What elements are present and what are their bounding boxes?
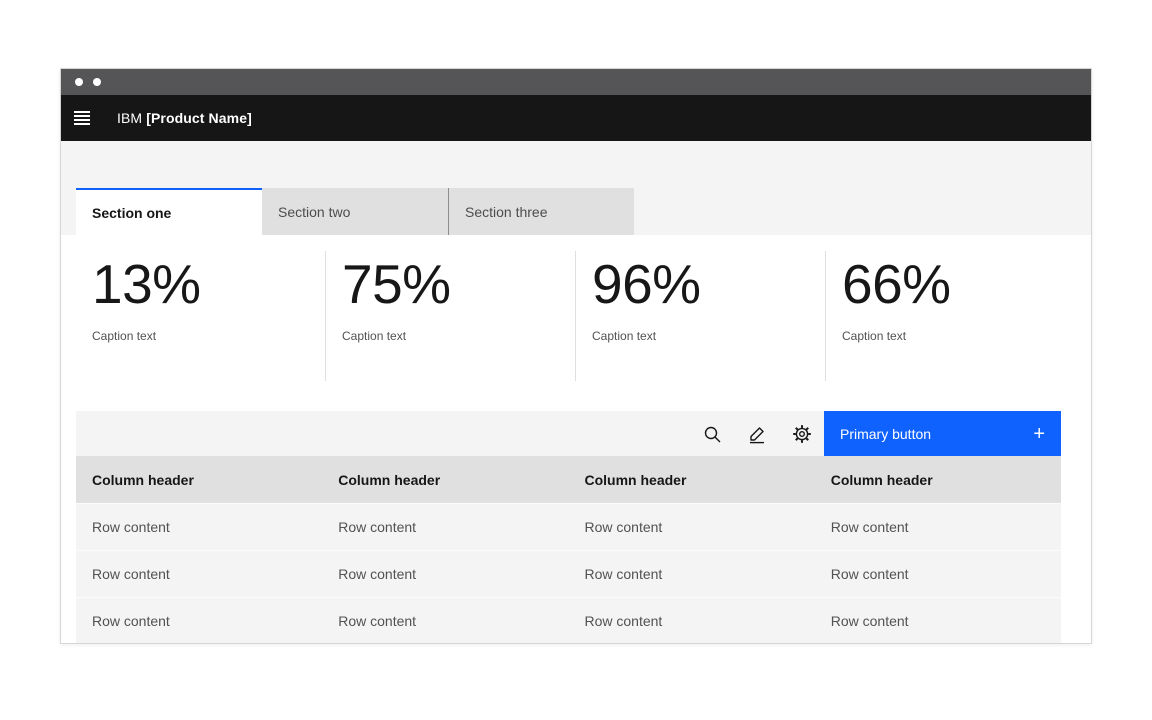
table-cell: Row content [569, 519, 815, 535]
stat-caption: Caption text [92, 329, 309, 343]
stat-card: 66% Caption text [825, 251, 1075, 381]
tab-section-three[interactable]: Section three [448, 188, 634, 235]
table-row: Row content Row content Row content Row … [76, 550, 1061, 597]
page: IBM [Product Name] Section one Section t… [0, 0, 1152, 720]
stat-value: 13% [92, 255, 309, 313]
column-header: Column header [76, 472, 322, 488]
tab-label: Section one [92, 205, 171, 221]
data-table: Primary button + Column header Column he… [76, 411, 1061, 643]
table-row: Row content Row content Row content Row … [76, 503, 1061, 550]
search-button[interactable] [689, 411, 734, 456]
stat-caption: Caption text [842, 329, 1059, 343]
toolbar-spacer [76, 411, 689, 456]
tab-label: Section two [278, 204, 350, 220]
stat-card: 13% Caption text [76, 251, 325, 381]
table-cell: Row content [76, 519, 322, 535]
table-cell: Row content [322, 613, 568, 629]
menu-button[interactable] [61, 95, 103, 141]
add-icon: + [1033, 424, 1045, 444]
table-cell: Row content [76, 566, 322, 582]
tab-section-one[interactable]: Section one [76, 188, 262, 235]
primary-button[interactable]: Primary button + [824, 411, 1061, 456]
table-cell: Row content [569, 613, 815, 629]
column-header: Column header [569, 472, 815, 488]
stat-value: 96% [592, 255, 809, 313]
window-titlebar [61, 69, 1091, 95]
table-toolbar: Primary button + [76, 411, 1061, 456]
stat-value: 75% [342, 255, 559, 313]
primary-button-label: Primary button [840, 426, 1033, 442]
table-row: Row content Row content Row content Row … [76, 597, 1061, 643]
page-content: Section one Section two Section three 13… [61, 141, 1091, 643]
search-icon [702, 424, 722, 444]
settings-icon [792, 424, 812, 444]
app-header: IBM [Product Name] [61, 95, 1091, 141]
column-header: Column header [815, 472, 1061, 488]
table-header-row: Column header Column header Column heade… [76, 456, 1061, 503]
brand-text: IBM [117, 110, 142, 126]
browser-window: IBM [Product Name] Section one Section t… [60, 68, 1092, 644]
stats-row: 13% Caption text 75% Caption text 96% Ca… [76, 251, 1075, 381]
table-cell: Row content [322, 566, 568, 582]
window-dot-icon [93, 78, 101, 86]
product-name-text: [Product Name] [146, 110, 252, 126]
table-cell: Row content [569, 566, 815, 582]
table-cell: Row content [815, 613, 1061, 629]
column-header: Column header [322, 472, 568, 488]
stat-value: 66% [842, 255, 1059, 313]
hamburger-icon [72, 108, 92, 128]
stat-card: 96% Caption text [575, 251, 825, 381]
table-cell: Row content [322, 519, 568, 535]
edit-button[interactable] [734, 411, 779, 456]
settings-button[interactable] [779, 411, 824, 456]
window-dot-icon [75, 78, 83, 86]
table-cell: Row content [815, 519, 1061, 535]
tab-bar: Section one Section two Section three [76, 188, 1091, 235]
tab-label: Section three [465, 204, 548, 220]
tab-section-two[interactable]: Section two [262, 188, 448, 235]
edit-icon [747, 424, 767, 444]
table-cell: Row content [76, 613, 322, 629]
stat-caption: Caption text [592, 329, 809, 343]
stat-caption: Caption text [342, 329, 559, 343]
table-cell: Row content [815, 566, 1061, 582]
stat-card: 75% Caption text [325, 251, 575, 381]
tab-panel: 13% Caption text 75% Caption text 96% Ca… [61, 235, 1091, 643]
app-title: IBM [Product Name] [117, 110, 252, 126]
